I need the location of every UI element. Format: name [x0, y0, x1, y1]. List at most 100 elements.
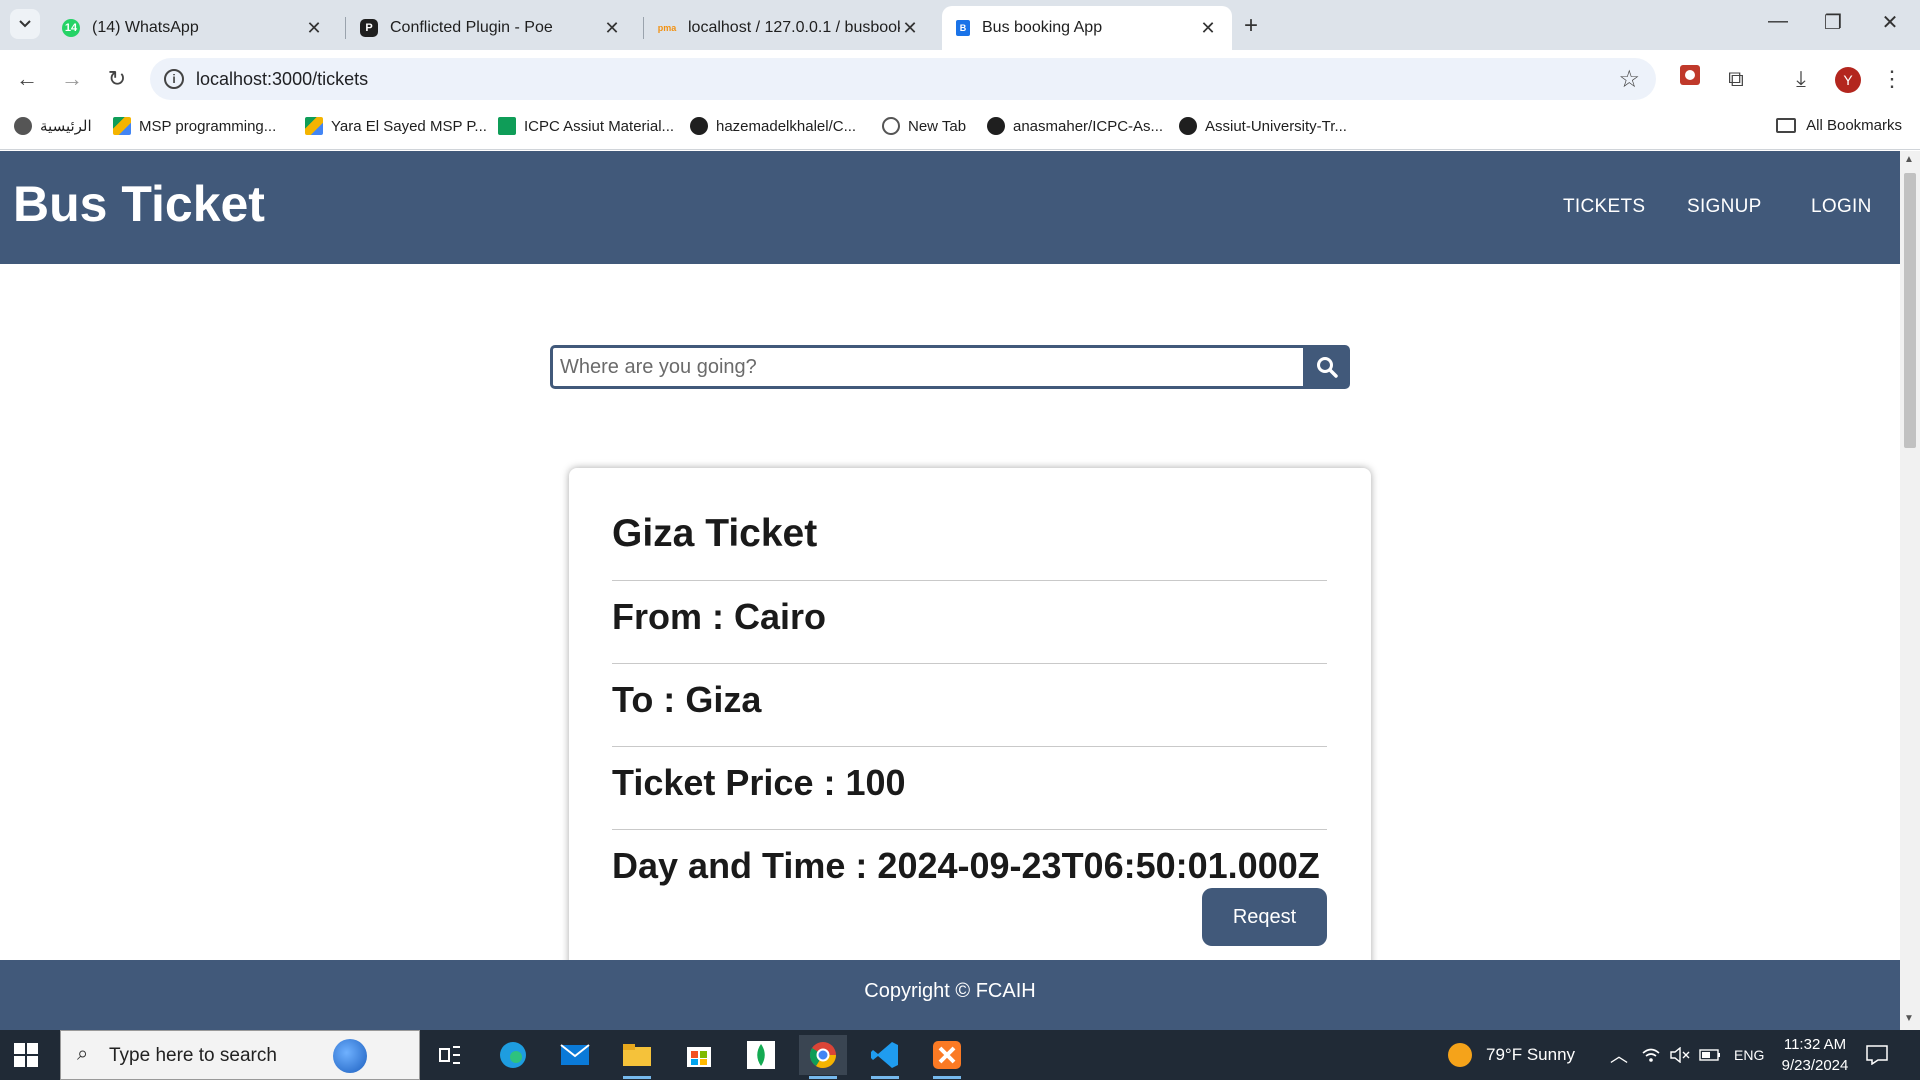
weather-text: 79°F Sunny — [1486, 1045, 1576, 1064]
close-icon[interactable]: ✕ — [1198, 18, 1218, 39]
search-input[interactable] — [550, 345, 1303, 389]
taskbar-search[interactable]: ⌕ Type here to search — [60, 1030, 420, 1080]
page-icon: B — [956, 20, 970, 36]
bookmarks-bar: الرئيسية MSP programming... Yara El Saye… — [0, 107, 1920, 150]
extension-icon[interactable] — [1674, 63, 1706, 95]
site-brand[interactable]: Bus Ticket — [13, 175, 265, 233]
github-icon — [987, 117, 1005, 135]
task-view-icon[interactable] — [426, 1035, 474, 1075]
ticket-card: Giza Ticket From : Cairo To : Giza Ticke… — [569, 468, 1371, 1030]
site-info-icon[interactable]: i — [164, 69, 184, 89]
copyright-text: Copyright © FCAIH — [864, 980, 1036, 1002]
search-highlight-icon — [333, 1039, 367, 1073]
tab-poe[interactable]: P Conflicted Plugin - Poe ✕ — [346, 6, 636, 50]
nav-link-signup[interactable]: SIGNUP — [1687, 196, 1762, 218]
poe-icon: P — [360, 19, 378, 37]
bookmark-label: Yara El Sayed MSP P... — [331, 117, 487, 135]
tab-title: localhost / 127.0.0.1 / busbooki — [688, 19, 900, 36]
search-icon — [1316, 357, 1338, 378]
bookmark-star-icon[interactable]: ☆ — [1618, 65, 1640, 94]
close-icon[interactable]: ✕ — [602, 18, 622, 39]
volume-muted-icon[interactable] — [1670, 1030, 1690, 1080]
bookmark-item[interactable]: الرئيسية — [14, 117, 92, 135]
bookmark-item[interactable]: New Tab — [882, 117, 966, 135]
sun-icon — [1448, 1043, 1472, 1067]
forward-icon[interactable]: → — [57, 64, 87, 94]
scroll-up-icon[interactable]: ▲ — [1904, 154, 1914, 165]
store-icon[interactable] — [675, 1035, 723, 1075]
nav-link-login[interactable]: LOGIN — [1811, 196, 1872, 218]
windows-start-icon[interactable] — [14, 1043, 38, 1067]
windows-taskbar: ⌕ Type here to search 79°F Sunny ︿ ENG 1… — [0, 1030, 1920, 1080]
new-tab-button[interactable]: + — [1244, 12, 1258, 40]
ticket-from-value: Cairo — [734, 596, 827, 637]
tab-bus-booking-app[interactable]: B Bus booking App ✕ — [942, 6, 1232, 50]
all-bookmarks[interactable]: All Bookmarks — [1776, 117, 1902, 134]
address-url[interactable]: localhost:3000/tickets — [196, 69, 368, 90]
minimize-icon[interactable]: — — [1758, 10, 1798, 33]
page-scrollbar[interactable]: ▲ ▼ — [1900, 151, 1920, 1030]
reload-icon[interactable]: ↻ — [102, 64, 132, 94]
bookmark-item[interactable]: Assiut-University-Tr... — [1179, 117, 1347, 135]
weather-widget[interactable]: 79°F Sunny — [1448, 1030, 1575, 1080]
bookmark-label: anasmaher/ICPC-As... — [1013, 117, 1164, 135]
chrome-icon[interactable] — [799, 1035, 847, 1079]
bookmark-item[interactable]: Yara El Sayed MSP P... — [305, 117, 487, 135]
bookmark-label: New Tab — [908, 117, 967, 135]
menu-kebab-icon[interactable]: ⋮ — [1876, 63, 1908, 95]
bookmark-item[interactable]: anasmaher/ICPC-As... — [987, 117, 1163, 135]
site-header: Bus Ticket TICKETS SIGNUP LOGIN — [0, 151, 1900, 264]
site-footer: Copyright © FCAIH — [0, 960, 1900, 1030]
mongodb-icon[interactable] — [737, 1035, 785, 1075]
ticket-datetime-label: Day and Time : — [612, 845, 878, 886]
chevron-down-icon — [19, 20, 31, 28]
download-icon[interactable]: ⤓ — [1785, 63, 1817, 95]
extensions-puzzle-icon[interactable]: ⧉ — [1720, 63, 1752, 95]
bookmark-label: MSP programming... — [139, 117, 277, 135]
battery-icon[interactable] — [1699, 1030, 1721, 1080]
mail-icon[interactable] — [551, 1035, 599, 1075]
tab-title: Conflicted Plugin - Poe — [390, 19, 553, 36]
gear-icon — [14, 117, 32, 135]
close-icon[interactable]: ✕ — [900, 18, 920, 39]
ticket-datetime-value: 2024-09-23T06:50:01.000Z — [877, 845, 1320, 886]
notifications-icon[interactable] — [1866, 1030, 1888, 1080]
vscode-icon[interactable] — [861, 1035, 909, 1079]
tab-whatsapp[interactable]: 14 (14) WhatsApp ✕ — [48, 6, 338, 50]
xampp-icon[interactable] — [923, 1035, 971, 1079]
scroll-thumb[interactable] — [1904, 173, 1916, 448]
clock-time: 11:32 AM — [1783, 1036, 1847, 1053]
drive-icon — [113, 117, 131, 135]
tab-phpmyadmin[interactable]: pma localhost / 127.0.0.1 / busbooki ✕ — [644, 6, 934, 50]
ticket-price-label: Ticket Price : — [612, 762, 846, 803]
bookmark-item[interactable]: ICPC Assiut Material... — [498, 117, 674, 135]
tray-chevron-icon[interactable]: ︿ — [1610, 1030, 1628, 1080]
scroll-down-icon[interactable]: ▼ — [1904, 1013, 1914, 1024]
request-button[interactable]: Reqest — [1202, 888, 1327, 946]
bookmark-label: hazemadelkhalel/C... — [716, 117, 857, 135]
wifi-icon[interactable] — [1641, 1030, 1661, 1080]
profile-avatar[interactable]: Y — [1835, 67, 1861, 93]
page-viewport: Bus Ticket TICKETS SIGNUP LOGIN Giza Tic… — [0, 151, 1900, 1030]
drive-icon — [305, 117, 323, 135]
divider — [612, 663, 1327, 664]
window-close-icon[interactable]: ✕ — [1870, 10, 1910, 35]
ticket-price-value: 100 — [845, 762, 906, 803]
file-explorer-icon[interactable] — [613, 1035, 661, 1079]
search-button[interactable] — [1303, 345, 1350, 389]
edge-icon[interactable] — [489, 1035, 537, 1075]
bookmark-item[interactable]: MSP programming... — [113, 117, 276, 135]
browser-toolbar: ← → ↻ i localhost:3000/tickets ☆ ⧉ ⤓ ⋮ — [0, 50, 1920, 107]
address-bar[interactable]: i localhost:3000/tickets ☆ — [150, 58, 1656, 100]
ticket-to-label: To : — [612, 679, 686, 720]
close-icon[interactable]: ✕ — [304, 18, 324, 39]
back-icon[interactable]: ← — [12, 64, 42, 94]
taskbar-clock[interactable]: 11:32 AM 9/23/2024 — [1760, 1034, 1870, 1076]
nav-link-tickets[interactable]: TICKETS — [1563, 196, 1645, 218]
tab-search-button[interactable] — [10, 9, 40, 39]
restore-icon[interactable]: ❐ — [1813, 10, 1853, 35]
bookmark-item[interactable]: hazemadelkhalel/C... — [690, 117, 856, 135]
bookmark-label: Assiut-University-Tr... — [1205, 117, 1347, 135]
phpmyadmin-icon: pma — [657, 23, 677, 33]
ticket-price: Ticket Price : 100 — [612, 762, 1327, 804]
